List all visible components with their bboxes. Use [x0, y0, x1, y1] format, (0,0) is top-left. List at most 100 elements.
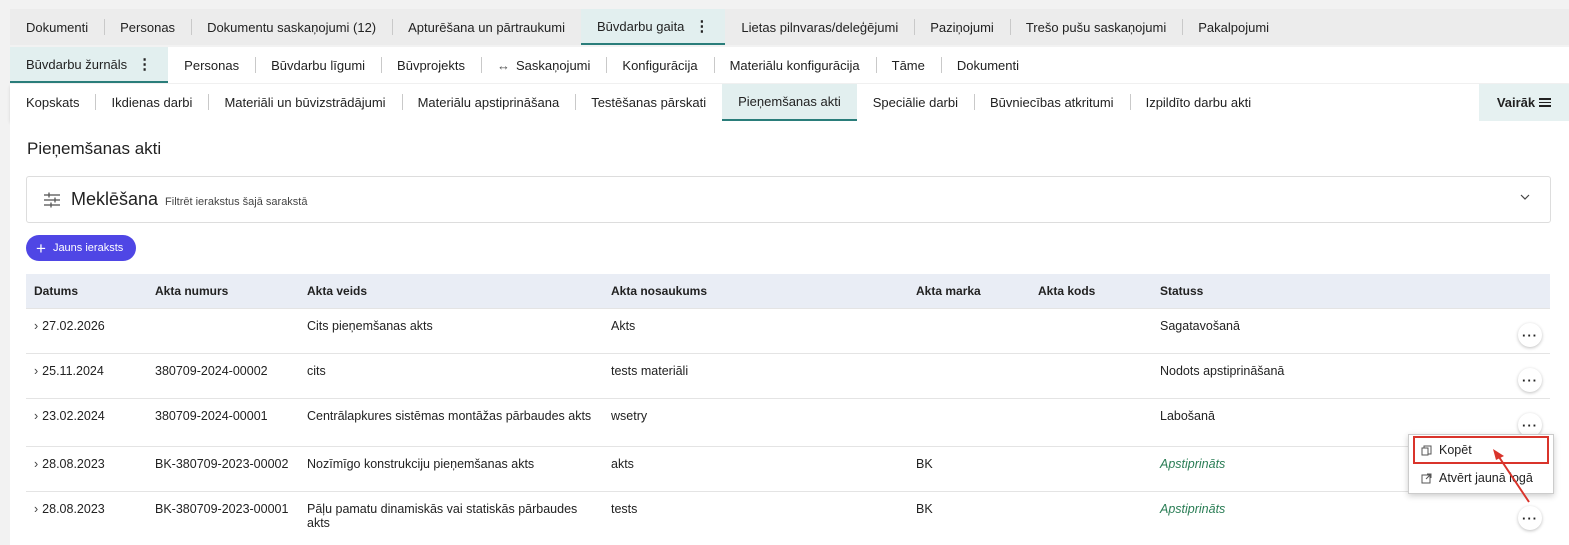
- col-header-akta-veids[interactable]: Akta veids: [299, 274, 603, 309]
- table-header-row: Datums Akta numurs Akta veids Akta nosau…: [26, 274, 1550, 309]
- search-panel[interactable]: Meklēšana Filtrēt ierakstus šajā sarakst…: [26, 176, 1551, 223]
- menu-icon: [1539, 96, 1552, 109]
- tab-pienemsanas-akti[interactable]: Pieņemšanas akti: [722, 84, 857, 121]
- tab-pakalpojumi[interactable]: Pakalpojumi: [1182, 9, 1285, 45]
- expand-chevron-icon[interactable]: ›: [34, 502, 38, 516]
- tab-dokumenti[interactable]: Dokumenti: [10, 9, 104, 45]
- search-title: Meklēšana: [71, 189, 159, 209]
- cell-mark: [908, 308, 1030, 354]
- tab-specialie-darbi[interactable]: Speciālie darbi: [857, 84, 974, 121]
- col-header-statuss[interactable]: Statuss: [1152, 274, 1492, 309]
- cell-type: cits: [299, 353, 603, 399]
- tab-apturesana[interactable]: Apturēšana un pārtraukumi: [392, 9, 581, 45]
- expand-chevron-icon[interactable]: ›: [34, 364, 38, 378]
- expand-chevron-icon[interactable]: ›: [34, 319, 38, 333]
- plus-icon: +: [36, 238, 46, 258]
- tab-personas-2[interactable]: Personas: [168, 47, 255, 83]
- col-header-akta-nosaukums[interactable]: Akta nosaukums: [603, 274, 908, 309]
- cell-type: Centrālapkures sistēmas montāžas pārbaud…: [299, 398, 603, 447]
- tab-ikdienas-darbi[interactable]: Ikdienas darbi: [95, 84, 208, 121]
- row-actions-button[interactable]: ···: [1518, 368, 1542, 392]
- tab-materiali[interactable]: Materiāli un būvizstrādājumi: [208, 84, 401, 121]
- cell-status: Nodots apstiprināšanā: [1152, 353, 1492, 399]
- tab-lietas-pilnvaras[interactable]: Lietas pilnvaras/deleģējumi: [725, 9, 914, 45]
- main-tabs: Dokumenti Personas Dokumentu saskaņojumi…: [10, 9, 1569, 45]
- cell-date: 28.08.2023: [42, 457, 105, 471]
- tab-tame[interactable]: Tāme: [875, 47, 941, 83]
- tab-saskanojumi[interactable]: ↔ Saskaņojumi: [480, 47, 606, 83]
- cell-status: Apstiprināts: [1152, 491, 1492, 540]
- cell-code: [1030, 398, 1152, 447]
- cell-name: Akts: [603, 308, 908, 354]
- col-header-akta-numurs[interactable]: Akta numurs: [147, 274, 299, 309]
- more-label: Vairāk: [1496, 95, 1536, 110]
- copy-icon: [1421, 445, 1432, 455]
- tab-konfiguracija[interactable]: Konfigurācija: [606, 47, 713, 83]
- row-actions-button[interactable]: ···: [1518, 506, 1542, 530]
- row-actions-button[interactable]: ···: [1518, 323, 1542, 347]
- cell-name: akts: [603, 446, 908, 492]
- tab-treso-pusu[interactable]: Trešo pušu saskaņojumi: [1009, 9, 1182, 45]
- kebab-icon[interactable]: ⋮: [137, 57, 152, 72]
- cell-date: 23.02.2024: [42, 409, 105, 423]
- table-row[interactable]: › 28.08.2023 BK-380709-2023-00001 Pāļu pa…: [26, 491, 1550, 540]
- cell-code: [1030, 308, 1152, 354]
- table-row[interactable]: › 27.02.2026 Cits pieņemšanas akts Akts S…: [26, 308, 1550, 354]
- tab-pazinojumi[interactable]: Paziņojumi: [914, 9, 1010, 45]
- search-subtitle: Filtrēt ierakstus šajā sarakstā: [165, 195, 308, 208]
- expand-chevron-icon[interactable]: ›: [34, 457, 38, 471]
- cell-number: 380709-2024-00001: [147, 398, 299, 447]
- chevron-down-icon[interactable]: [1520, 192, 1530, 202]
- tab-buvdarbu-ligumi[interactable]: Būvdarbu līgumi: [255, 47, 381, 83]
- cell-number: BK-380709-2023-00001: [147, 491, 299, 540]
- new-record-label: Jauns ieraksts: [52, 242, 124, 254]
- cell-name: wsetry: [603, 398, 908, 447]
- more-button[interactable]: Vairāk: [1479, 84, 1569, 121]
- cell-status: Sagatavošanā: [1152, 308, 1492, 354]
- table-row[interactable]: › 23.02.2024 380709-2024-00001 Centrālapk…: [26, 398, 1550, 447]
- expand-chevron-icon[interactable]: ›: [34, 409, 38, 423]
- tab-buvdarbu-gaita[interactable]: Būvdarbu gaita ⋮: [580, 9, 726, 45]
- swap-icon: ↔: [496, 57, 510, 73]
- cell-name: tests materiāli: [603, 353, 908, 399]
- cell-date: 27.02.2026: [42, 319, 105, 333]
- cell-name: tests: [603, 491, 908, 540]
- cell-type: Cits pieņemšanas akts: [299, 308, 603, 354]
- filter-sliders-icon: [44, 192, 60, 207]
- tab-dokumentu-saskanojumi[interactable]: Dokumentu saskaņojumi (12): [191, 9, 392, 45]
- table-row[interactable]: › 28.08.2023 BK-380709-2023-00002 Nozīmīg…: [26, 446, 1550, 492]
- sub-tabs: Būvdarbu žurnāls ⋮ Personas Būvdarbu līgu…: [10, 47, 1569, 83]
- tab-buvniecibas-atkritumi[interactable]: Būvniecības atkritumi: [974, 84, 1130, 121]
- tab-izpildito-darbu-akti[interactable]: Izpildīto darbu akti: [1129, 84, 1268, 121]
- col-header-akta-marka[interactable]: Akta marka: [908, 274, 1030, 309]
- tab-label: Būvdarbu žurnāls: [26, 56, 128, 72]
- tab-kopskats[interactable]: Kopskats: [10, 84, 95, 121]
- cell-mark: [908, 398, 1030, 447]
- tab-buvdarbu-zurnals[interactable]: Būvdarbu žurnāls ⋮: [10, 47, 169, 83]
- cell-type: Pāļu pamatu dinamiskās vai statiskās pār…: [299, 491, 603, 540]
- kebab-icon[interactable]: ⋮: [694, 19, 709, 34]
- cell-code: [1030, 491, 1152, 540]
- copy-label: Kopēt: [1439, 443, 1472, 457]
- tab-personas[interactable]: Personas: [104, 9, 191, 45]
- cell-date: 28.08.2023: [42, 502, 105, 516]
- tab-buvprojekts[interactable]: Būvprojekts: [381, 47, 481, 83]
- tab-materialu-apstiprinasana[interactable]: Materiālu apstiprināšana: [401, 84, 576, 121]
- cell-number: 380709-2024-00002: [147, 353, 299, 399]
- cell-number: BK-380709-2023-00002: [147, 446, 299, 492]
- cell-mark: BK: [908, 491, 1030, 540]
- annotation-arrow-icon: [1493, 449, 1530, 503]
- page-title: Pieņemšanas akti: [27, 139, 162, 158]
- table-row[interactable]: › 25.11.2024 380709-2024-00002 cits tests…: [26, 353, 1550, 399]
- tab-dokumenti-2[interactable]: Dokumenti: [940, 47, 1035, 83]
- cell-code: [1030, 446, 1152, 492]
- cell-type: Nozīmīgo konstrukciju pieņemšanas akts: [299, 446, 603, 492]
- cell-code: [1030, 353, 1152, 399]
- tab-materialu-konfiguracija[interactable]: Materiālu konfigurācija: [713, 47, 876, 83]
- col-header-akta-kods[interactable]: Akta kods: [1030, 274, 1152, 309]
- cell-mark: BK: [908, 446, 1030, 492]
- col-header-datums[interactable]: Datums: [26, 274, 147, 309]
- section-tabs: Kopskats Ikdienas darbi Materiāli un būv…: [10, 84, 1569, 121]
- new-record-button[interactable]: + Jauns ieraksts: [26, 235, 137, 261]
- tab-testesanas-parskati[interactable]: Testēšanas pārskati: [575, 84, 722, 121]
